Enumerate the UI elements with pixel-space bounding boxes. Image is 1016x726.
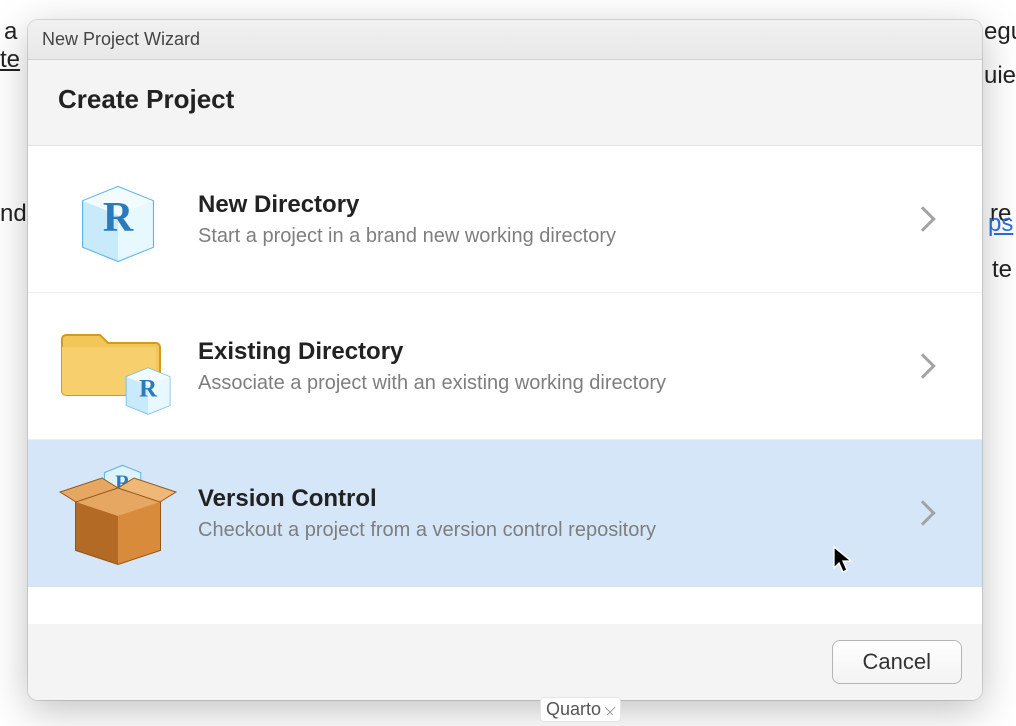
- option-description: Start a project in a brand new working d…: [198, 225, 914, 248]
- option-version-control[interactable]: R Version Control Checkout a project fro…: [28, 440, 982, 587]
- dialog-header: Create Project: [28, 60, 982, 146]
- bg-frag-link: ps: [988, 210, 1013, 238]
- dialog-title: New Project Wizard: [42, 29, 200, 50]
- chevron-right-icon: [910, 353, 935, 378]
- option-title: Version Control: [198, 485, 914, 513]
- svg-text:R: R: [103, 195, 134, 241]
- project-type-list: R New Directory Start a project in a bra…: [28, 146, 982, 624]
- dialog-titlebar: New Project Wizard: [28, 20, 982, 60]
- box-with-r-cube-icon: R: [58, 460, 178, 566]
- bg-frag: te: [992, 256, 1012, 284]
- option-description: Checkout a project from a version contro…: [198, 519, 914, 542]
- chevron-right-icon: [910, 500, 935, 525]
- option-description: Associate a project with an existing wor…: [198, 372, 914, 395]
- option-title: New Directory: [198, 191, 914, 219]
- bg-frag: te: [0, 46, 20, 74]
- option-new-directory[interactable]: R New Directory Start a project in a bra…: [28, 146, 982, 293]
- status-bar-dropdown[interactable]: Quarto: [540, 697, 621, 722]
- bg-frag: nd: [0, 200, 27, 228]
- status-dropdown-label: Quarto: [546, 699, 601, 719]
- svg-text:R: R: [139, 376, 158, 403]
- dialog-footer: Cancel: [28, 624, 982, 700]
- bg-frag: uie: [984, 62, 1016, 90]
- r-project-cube-icon: R: [58, 166, 178, 272]
- cancel-button[interactable]: Cancel: [832, 640, 962, 684]
- bg-frag: egu: [984, 18, 1016, 46]
- option-title: Existing Directory: [198, 338, 914, 366]
- folder-with-r-cube-icon: R: [58, 313, 178, 419]
- page-title: Create Project: [58, 84, 952, 115]
- new-project-wizard-dialog: New Project Wizard Create Project R New …: [28, 20, 982, 700]
- chevron-right-icon: [910, 206, 935, 231]
- bg-frag: a: [4, 18, 17, 46]
- option-existing-directory[interactable]: R Existing Directory Associate a project…: [28, 293, 982, 440]
- bg-frag: re: [990, 200, 1011, 228]
